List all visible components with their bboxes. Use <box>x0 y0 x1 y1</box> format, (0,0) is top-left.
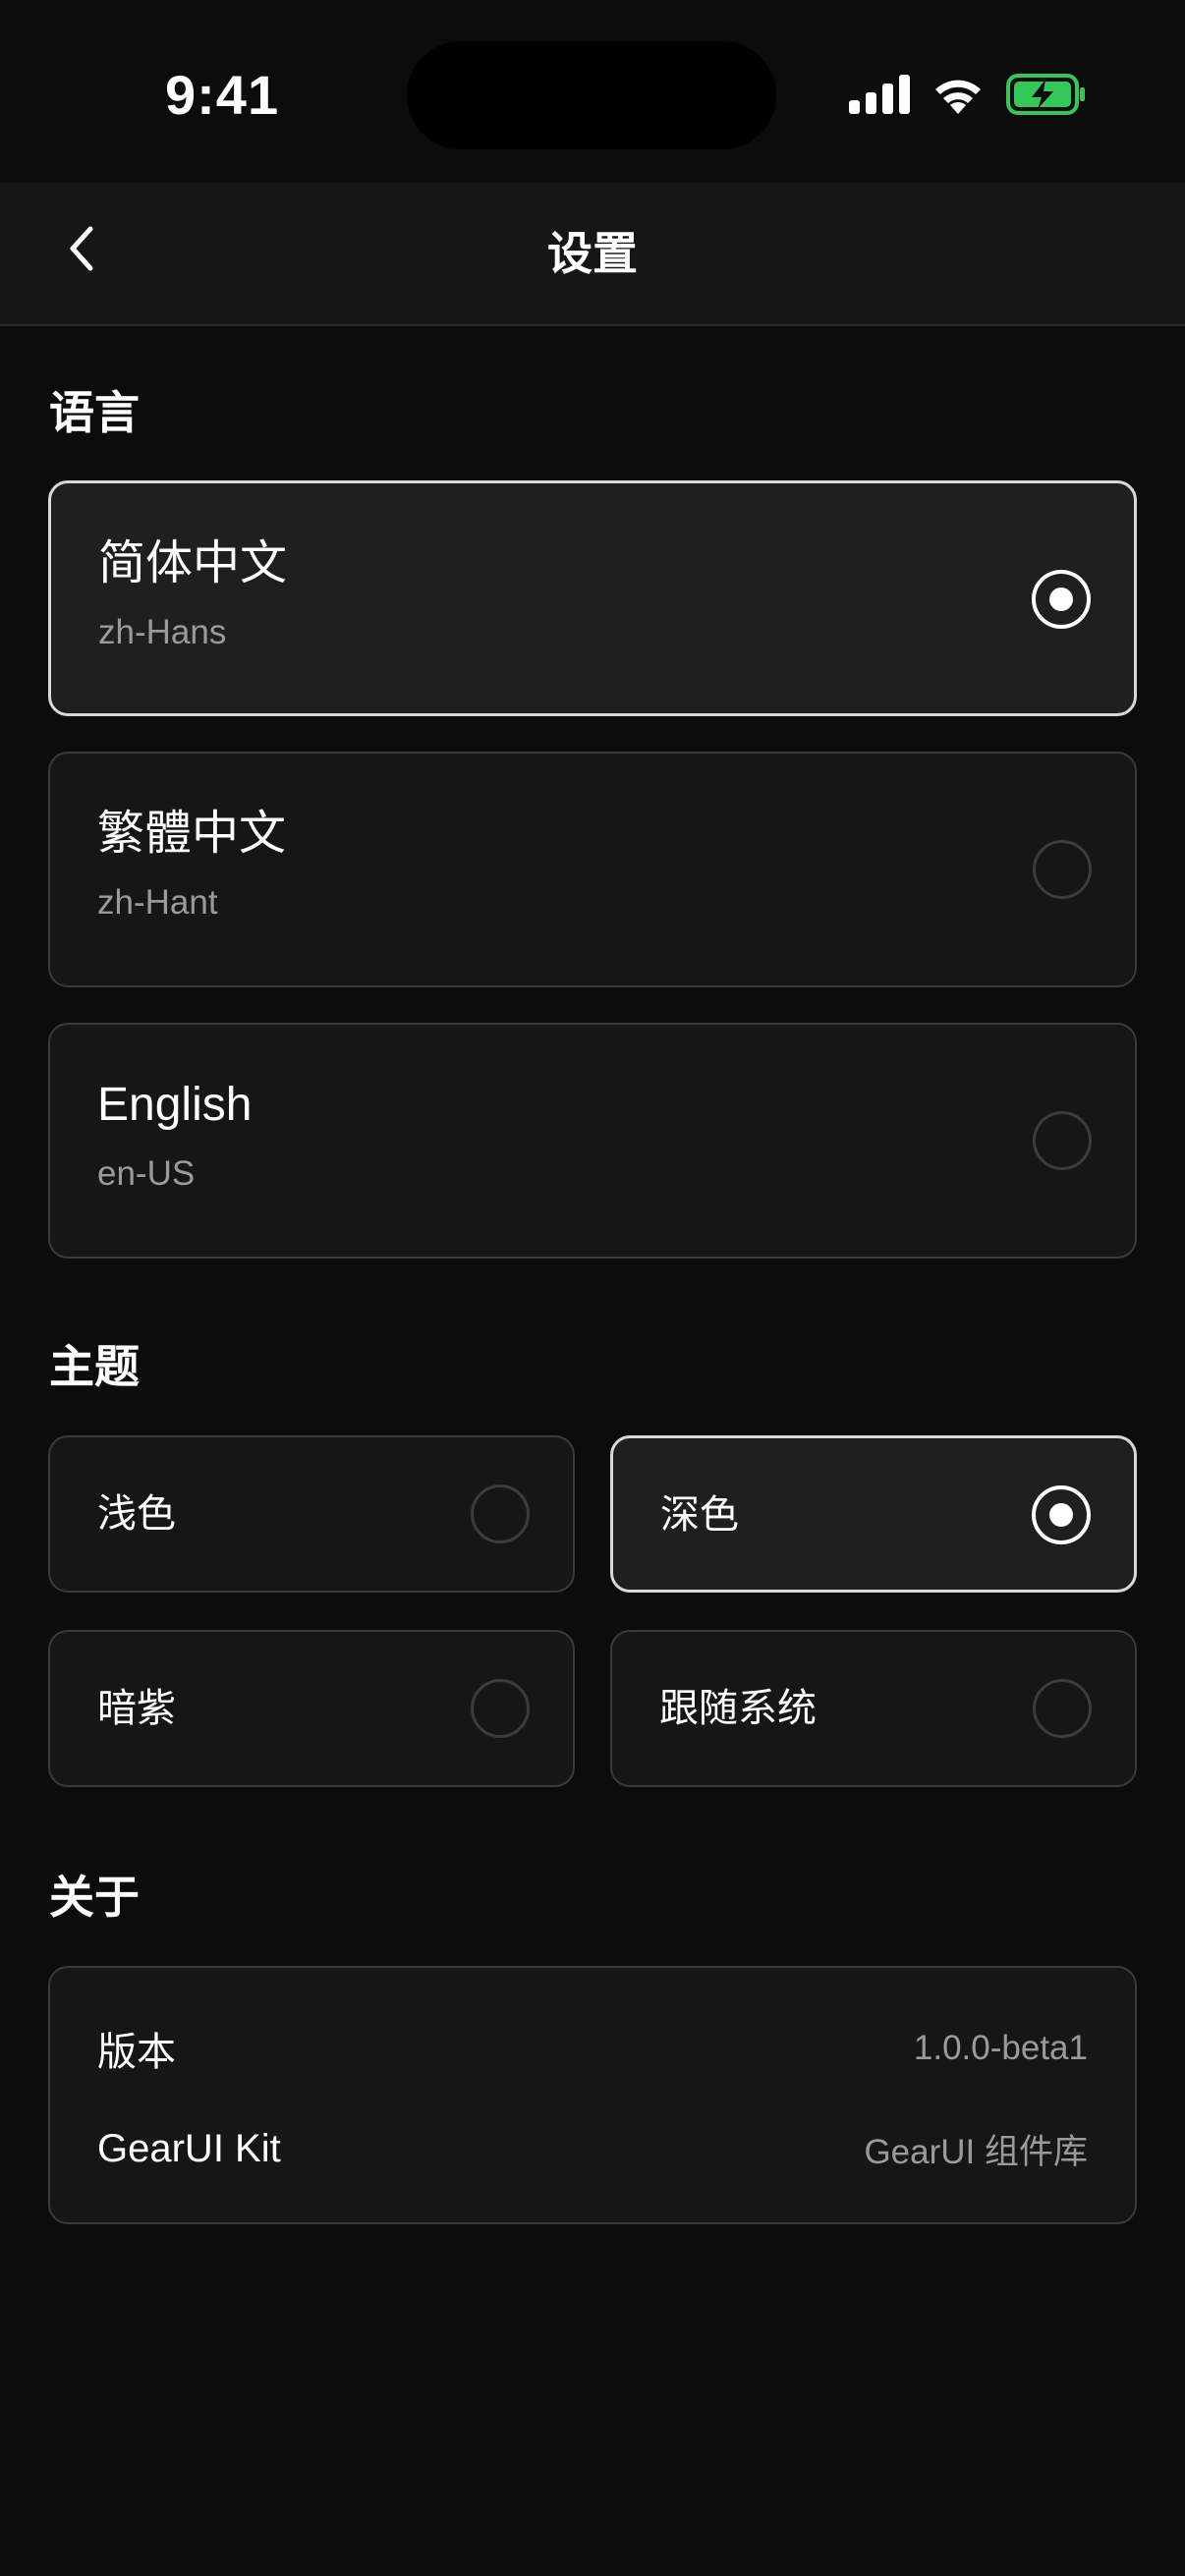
radio-unselected-icon[interactable] <box>1033 840 1092 899</box>
about-row-kit: GearUI Kit GearUI 组件库 <box>97 2121 1088 2176</box>
radio-selected-icon[interactable] <box>1032 1485 1091 1544</box>
settings-screen: 9:41 设置 语言 简体中文 zh-Hans 繁體中文 zh-Hant Eng… <box>0 0 1185 2576</box>
status-bar: 9:41 <box>0 0 1185 183</box>
battery-charging-icon <box>1006 73 1087 120</box>
page-title: 设置 <box>547 228 638 279</box>
radio-unselected-icon[interactable] <box>1033 1111 1092 1170</box>
theme-option-light[interactable]: 浅色 <box>48 1435 575 1593</box>
theme-label: 深色 <box>660 1493 739 1537</box>
language-name: 简体中文 <box>98 537 288 589</box>
language-code: zh-Hans <box>98 613 227 651</box>
language-name: English <box>97 1079 253 1131</box>
language-option-zh-hans[interactable]: 简体中文 zh-Hans <box>48 480 1137 716</box>
radio-unselected-icon[interactable] <box>471 1484 530 1543</box>
status-time: 9:41 <box>165 64 280 126</box>
about-key: 版本 <box>97 2031 176 2074</box>
cellular-signal-icon <box>849 74 910 119</box>
theme-section-title: 主题 <box>49 1341 140 1392</box>
language-option-en-us[interactable]: English en-US <box>48 1023 1137 1259</box>
radio-selected-icon[interactable] <box>1032 570 1091 629</box>
about-card: 版本 1.0.0-beta1 GearUI Kit GearUI 组件库 <box>48 1966 1137 2224</box>
theme-option-dark-purple[interactable]: 暗紫 <box>48 1630 575 1787</box>
language-name: 繁體中文 <box>97 808 287 860</box>
radio-unselected-icon[interactable] <box>1033 1679 1092 1738</box>
about-row-version: 版本 1.0.0-beta1 <box>97 2021 1088 2076</box>
language-code: zh-Hant <box>97 883 218 922</box>
about-value: 1.0.0-beta1 <box>913 2029 1088 2067</box>
about-section-title: 关于 <box>49 1872 140 1923</box>
status-icons <box>849 71 1087 122</box>
about-value: GearUI 组件库 <box>864 2132 1088 2171</box>
theme-option-follow-system[interactable]: 跟随系统 <box>610 1630 1137 1787</box>
language-code: en-US <box>97 1154 196 1193</box>
language-option-zh-hant[interactable]: 繁體中文 zh-Hant <box>48 752 1137 987</box>
theme-label: 浅色 <box>97 1492 176 1536</box>
radio-unselected-icon[interactable] <box>471 1679 530 1738</box>
about-key: GearUI Kit <box>97 2126 281 2170</box>
dynamic-island <box>407 41 776 149</box>
language-section-title: 语言 <box>49 387 140 438</box>
theme-label: 跟随系统 <box>659 1687 817 1730</box>
navigation-bar: 设置 <box>0 183 1185 326</box>
theme-label: 暗紫 <box>97 1687 176 1730</box>
wifi-icon <box>931 75 985 119</box>
theme-option-dark[interactable]: 深色 <box>610 1435 1137 1593</box>
